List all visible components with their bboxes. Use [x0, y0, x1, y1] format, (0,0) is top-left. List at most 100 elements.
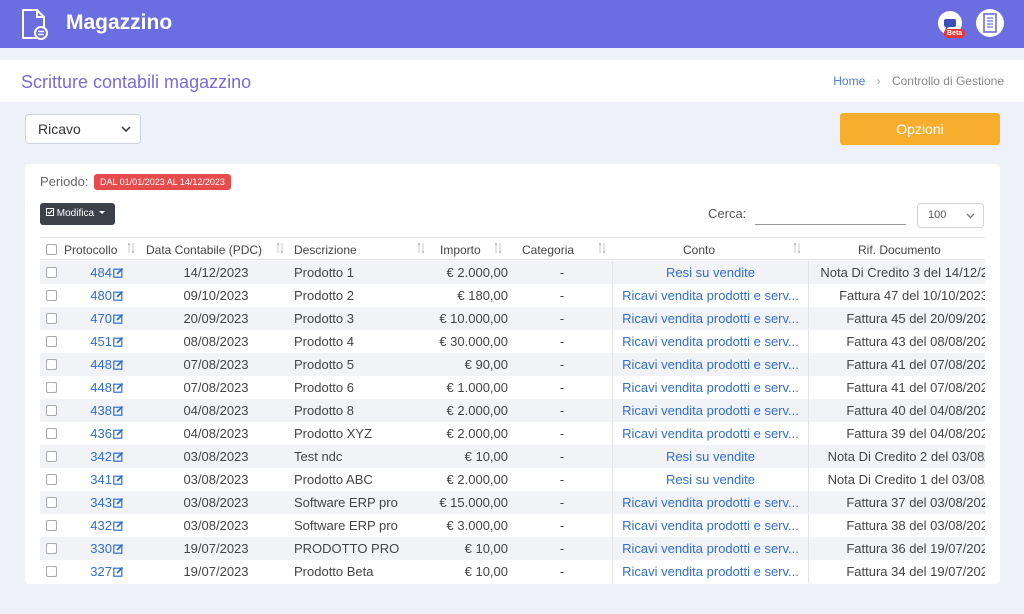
row-checkbox[interactable] [46, 359, 57, 370]
data-contabile-cell: 03/08/2023 [183, 449, 249, 464]
row-checkbox[interactable] [46, 520, 57, 531]
edit-icon[interactable] [113, 428, 124, 439]
protocollo-link[interactable]: 470 [64, 307, 124, 330]
edit-icon[interactable] [113, 566, 124, 577]
edit-icon[interactable] [113, 382, 124, 393]
sort-icon[interactable] [793, 242, 801, 254]
protocollo-link[interactable]: 330 [64, 537, 124, 560]
protocollo-link[interactable]: 451 [64, 330, 124, 353]
data-contabile-cell: 19/07/2023 [183, 541, 249, 556]
table-row[interactable]: 480 09/10/2023 Prodotto 2 € 180,00 - Ricavi v… [40, 284, 985, 307]
protocollo-link[interactable]: 327 [64, 560, 124, 583]
protocollo-link[interactable]: 342 [64, 445, 124, 468]
rif-documento-cell: Fattura 47 del 10/10/2023 [808, 284, 985, 307]
opzioni-button[interactable]: Opzioni [840, 113, 1000, 145]
categoria-cell: - [559, 426, 565, 441]
table-row[interactable]: 438 04/08/2023 Prodotto 8 € 2.000,00 - Ricavi… [40, 399, 985, 422]
row-checkbox[interactable] [46, 428, 57, 439]
edit-icon[interactable] [113, 497, 124, 508]
edit-icon[interactable] [113, 543, 124, 554]
conto-link[interactable]: Ricavi vendita prodotti e serv... [612, 537, 808, 560]
row-checkbox[interactable] [46, 451, 57, 462]
col-protocollo[interactable]: Protocollo [64, 238, 134, 261]
beta-button[interactable]: Beta [936, 9, 968, 41]
table-row[interactable]: 432 03/08/2023 Software ERP pro € 3.000,00 -… [40, 514, 985, 537]
conto-link[interactable]: Ricavi vendita prodotti e serv... [612, 353, 808, 376]
page-size-select[interactable]: 100 [917, 203, 984, 228]
conto-link[interactable]: Resi su vendite [612, 261, 808, 284]
table-row[interactable]: 341 03/08/2023 Prodotto ABC € 2.000,00 - Resi… [40, 468, 985, 491]
table-row[interactable]: 330 19/07/2023 PRODOTTO PRO € 10,00 - Ricavi … [40, 537, 985, 560]
edit-icon[interactable] [113, 290, 124, 301]
edit-icon[interactable] [113, 520, 124, 531]
table-row[interactable]: 470 20/09/2023 Prodotto 3 € 10.000,00 - Ricav… [40, 307, 985, 330]
conto-link[interactable]: Ricavi vendita prodotti e serv... [612, 491, 808, 514]
select-all-checkbox[interactable] [46, 244, 57, 255]
sort-icon[interactable] [417, 242, 425, 254]
table-row[interactable]: 448 07/08/2023 Prodotto 5 € 90,00 - Ricavi ve… [40, 353, 985, 376]
conto-link[interactable]: Ricavi vendita prodotti e serv... [612, 514, 808, 537]
table-row[interactable]: 436 04/08/2023 Prodotto XYZ € 2.000,00 - Rica… [40, 422, 985, 445]
modifica-button[interactable]: Modifica [40, 203, 115, 225]
protocollo-link[interactable]: 438 [64, 399, 124, 422]
row-checkbox[interactable] [46, 290, 57, 301]
conto-link[interactable]: Ricavi vendita prodotti e serv... [612, 284, 808, 307]
sort-icon[interactable] [276, 242, 284, 254]
table-row[interactable]: 451 08/08/2023 Prodotto 4 € 30.000,00 - Ricav… [40, 330, 985, 353]
protocollo-link[interactable]: 343 [64, 491, 124, 514]
protocollo-link[interactable]: 341 [64, 468, 124, 491]
tipo-select[interactable]: Ricavo [25, 114, 141, 144]
conto-link[interactable]: Ricavi vendita prodotti e serv... [612, 330, 808, 353]
col-conto[interactable]: Conto [683, 238, 743, 261]
edit-icon[interactable] [113, 336, 124, 347]
row-checkbox[interactable] [46, 382, 57, 393]
row-checkbox[interactable] [46, 566, 57, 577]
col-categoria[interactable]: Categoria [522, 238, 602, 261]
conto-link[interactable]: Ricavi vendita prodotti e serv... [612, 307, 808, 330]
periodo-badge[interactable]: DAL 01/01/2023 AL 14/12/2023 [94, 174, 231, 190]
protocollo-link[interactable]: 436 [64, 422, 124, 445]
conto-link[interactable]: Ricavi vendita prodotti e serv... [612, 399, 808, 422]
protocollo-link[interactable]: 480 [64, 284, 124, 307]
row-checkbox[interactable] [46, 336, 57, 347]
edit-icon[interactable] [113, 474, 124, 485]
edit-icon[interactable] [113, 313, 124, 324]
table-row[interactable]: 342 03/08/2023 Test ndc € 10,00 - Resi su ven… [40, 445, 985, 468]
edit-icon[interactable] [113, 359, 124, 370]
protocollo-link[interactable]: 432 [64, 514, 124, 537]
col-data-contabile[interactable]: Data Contabile (PDC) [146, 238, 286, 261]
importo-cell: € 2.000,00 [446, 472, 508, 487]
sort-icon[interactable] [127, 242, 135, 254]
table-row[interactable]: 343 03/08/2023 Software ERP pro € 15.000,00… [40, 491, 985, 514]
edit-icon[interactable] [113, 451, 124, 462]
edit-icon[interactable] [113, 405, 124, 416]
col-rif-documento[interactable]: Rif. Documento [858, 238, 958, 261]
conto-link[interactable]: Ricavi vendita prodotti e serv... [612, 422, 808, 445]
row-checkbox[interactable] [46, 497, 57, 508]
row-checkbox[interactable] [46, 267, 57, 278]
protocollo-link[interactable]: 484 [64, 261, 124, 284]
conto-link[interactable]: Resi su vendite [612, 468, 808, 491]
row-checkbox[interactable] [46, 405, 57, 416]
edit-icon[interactable] [113, 267, 124, 278]
conto-link[interactable]: Resi su vendite [612, 445, 808, 468]
protocollo-link[interactable]: 448 [64, 353, 124, 376]
descrizione-cell: Prodotto 1 [294, 265, 354, 280]
row-checkbox[interactable] [46, 474, 57, 485]
row-checkbox[interactable] [46, 313, 57, 324]
conto-link[interactable]: Ricavi vendita prodotti e serv... [612, 560, 808, 583]
col-importo[interactable]: Importo [440, 238, 500, 261]
sort-icon[interactable] [598, 242, 606, 254]
conto-link[interactable]: Ricavi vendita prodotti e serv... [612, 376, 808, 399]
table-row[interactable]: 327 19/07/2023 Prodotto Beta € 10,00 - Ricavi… [40, 560, 985, 583]
search-input[interactable] [755, 203, 906, 225]
breadcrumb-home-link[interactable]: Home [833, 74, 865, 88]
table-row[interactable]: 484 14/12/2023 Prodotto 1 € 2.000,00 - Resi s… [40, 261, 985, 284]
company-building-icon[interactable] [976, 9, 1004, 37]
protocollo-link[interactable]: 448 [64, 376, 124, 399]
importo-cell: € 2.000,00 [446, 265, 508, 280]
sort-icon[interactable] [494, 242, 502, 254]
table-row[interactable]: 448 07/08/2023 Prodotto 6 € 1.000,00 - Ricavi… [40, 376, 985, 399]
row-checkbox[interactable] [46, 543, 57, 554]
col-descrizione[interactable]: Descrizione [294, 238, 414, 261]
